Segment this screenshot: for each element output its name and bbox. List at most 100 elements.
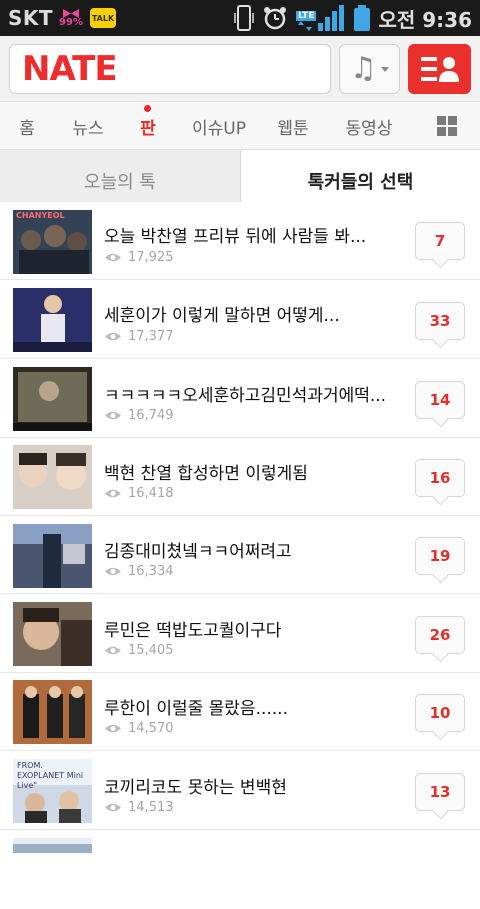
nav-item-home[interactable]: 홈 <box>8 103 46 150</box>
thumb-caption: FROM. EXOPLANET Mini Live" <box>17 761 84 790</box>
eye-icon <box>105 646 121 655</box>
comment-count-badge[interactable]: 10 <box>415 694 465 732</box>
post-title: ㅋㅋㅋㅋㅋ오세훈하고김민석과거에떡... <box>104 386 387 406</box>
battery-percent: 99% <box>59 16 83 28</box>
eye-icon <box>105 332 121 341</box>
comment-count-badge[interactable]: 26 <box>415 616 465 654</box>
view-count-value: 17,925 <box>128 250 174 265</box>
nav-item-webtoon[interactable]: 웹툰 <box>270 103 316 150</box>
comment-count: 19 <box>429 547 451 565</box>
comment-count-badge[interactable]: 19 <box>415 537 465 575</box>
view-count: 16,418 <box>104 486 174 501</box>
post-title: 오늘 박찬열 프리뷰 뒤에 사람들 봐... <box>104 227 367 247</box>
tab-label: 톡커들의 선택 <box>307 172 414 193</box>
nav-item-pann[interactable]: 판 <box>128 103 168 150</box>
lte-label: LTE <box>295 11 317 21</box>
view-count: 17,925 <box>104 250 174 265</box>
kakaotalk-icon: TALK <box>89 8 116 28</box>
search-input[interactable]: NATE <box>9 44 331 94</box>
signal-bars-icon <box>318 5 345 31</box>
menu-user-icon <box>420 57 459 82</box>
battery-widget: 99% <box>59 8 83 28</box>
tab-label: 오늘의 톡 <box>84 171 156 193</box>
nav-item-news[interactable]: 뉴스 <box>66 103 110 150</box>
post-thumbnail: FROM. EXOPLANET Mini Live" <box>13 759 92 823</box>
lte-signal: LTE <box>295 5 347 31</box>
comment-count: 13 <box>429 783 451 801</box>
comment-count-badge[interactable]: 7 <box>415 222 465 260</box>
status-bar: SKT 99% TALK LTE 오전 9:36 <box>0 0 480 36</box>
comment-count: 26 <box>429 626 451 644</box>
view-count-value: 14,513 <box>128 800 174 815</box>
comment-count: 7 <box>434 232 446 250</box>
comment-count-badge[interactable]: 33 <box>415 302 465 340</box>
eye-icon <box>105 803 121 812</box>
view-count-value: 16,418 <box>128 486 174 501</box>
nav-label: 동영상 <box>345 119 393 139</box>
view-count-value: 17,377 <box>128 329 174 344</box>
eye-icon <box>105 253 121 262</box>
nate-logo: NATE <box>22 49 118 89</box>
eye-icon <box>105 567 121 576</box>
thumb-caption: CHANYEOL <box>16 211 65 220</box>
comment-count-badge[interactable]: 14 <box>415 381 465 419</box>
dropdown-caret-icon <box>380 66 389 72</box>
list-item[interactable]: FROM. EXOPLANET Mini Live" 코끼리코도 못하는 변백현… <box>0 752 480 830</box>
list-item[interactable]: 백현 찬열 합성하면 이렇게됨 16,418 16 <box>0 438 480 516</box>
post-thumbnail <box>13 838 92 853</box>
list-item[interactable]: 김종대미쳤넼ㅋㅋ어쩌려고 16,334 19 <box>0 516 480 594</box>
music-note-icon: ♫ <box>350 51 377 86</box>
post-thumbnail <box>13 680 92 744</box>
list-item[interactable]: 루한이 이럴줄 몰랐음...... 14,570 10 <box>0 673 480 751</box>
nav-label: 이슈UP <box>192 119 246 139</box>
clock: 오전 9:36 <box>378 7 472 32</box>
list-item[interactable]: ㅋㅋㅋㅋㅋ오세훈하고김민석과거에떡... 16,749 14 <box>0 360 480 438</box>
post-thumbnail: CHANYEOL <box>13 210 92 274</box>
list-item[interactable]: 루민은 떡밥도고퀄이구다 15,405 26 <box>0 595 480 673</box>
new-indicator-dot <box>144 105 151 112</box>
view-count: 16,334 <box>104 564 174 579</box>
battery-icon <box>354 5 371 31</box>
view-count: 15,405 <box>104 643 174 658</box>
view-count-value: 16,334 <box>128 564 174 579</box>
eye-icon <box>105 489 121 498</box>
post-thumbnail <box>13 445 92 509</box>
list-item[interactable]: CHANYEOL 오늘 박찬열 프리뷰 뒤에 사람들 봐... 17,925 7 <box>0 202 480 280</box>
comment-count: 33 <box>429 312 451 330</box>
nav-item-video[interactable]: 동영상 <box>338 103 400 150</box>
eye-icon <box>105 724 121 733</box>
post-title: 루민은 떡밥도고퀄이구다 <box>104 621 282 641</box>
comment-count: 14 <box>429 391 451 409</box>
list-item-partial[interactable] <box>0 831 480 909</box>
comment-count-badge[interactable]: 13 <box>415 773 465 811</box>
post-thumbnail <box>13 288 92 352</box>
view-count-value: 14,570 <box>128 721 174 736</box>
comment-count: 10 <box>429 704 451 722</box>
carrier-label: SKT <box>8 6 54 30</box>
comment-count: 16 <box>429 469 451 487</box>
view-count: 14,570 <box>104 721 174 736</box>
music-button[interactable]: ♫ <box>339 44 400 94</box>
view-count: 17,377 <box>104 329 174 344</box>
eye-icon <box>105 411 121 420</box>
view-count-value: 16,749 <box>128 408 174 423</box>
list-item[interactable]: 세훈이가 이렇게 말하면 어떻게... 17,377 33 <box>0 281 480 359</box>
nav-label: 홈 <box>19 119 35 139</box>
comment-count-badge[interactable]: 16 <box>415 459 465 497</box>
post-title: 김종대미쳤넼ㅋㅋ어쩌려고 <box>104 542 292 562</box>
view-count-value: 15,405 <box>128 643 174 658</box>
nav-label: 판 <box>140 119 156 139</box>
post-thumbnail <box>13 524 92 588</box>
alarm-icon <box>263 7 286 30</box>
nav-label: 뉴스 <box>72 119 104 139</box>
grid-menu-icon[interactable] <box>437 116 457 136</box>
post-title: 백현 찬열 합성하면 이렇게됨 <box>104 464 308 484</box>
talk-label: TALK <box>91 13 115 23</box>
view-count: 14,513 <box>104 800 174 815</box>
view-count: 16,749 <box>104 408 174 423</box>
post-thumbnail <box>13 602 92 666</box>
post-title: 코끼리코도 못하는 변백현 <box>104 778 287 798</box>
user-menu-button[interactable] <box>408 44 471 94</box>
nav-item-issue-up[interactable]: 이슈UP <box>186 103 252 150</box>
vibrate-icon <box>234 5 254 31</box>
